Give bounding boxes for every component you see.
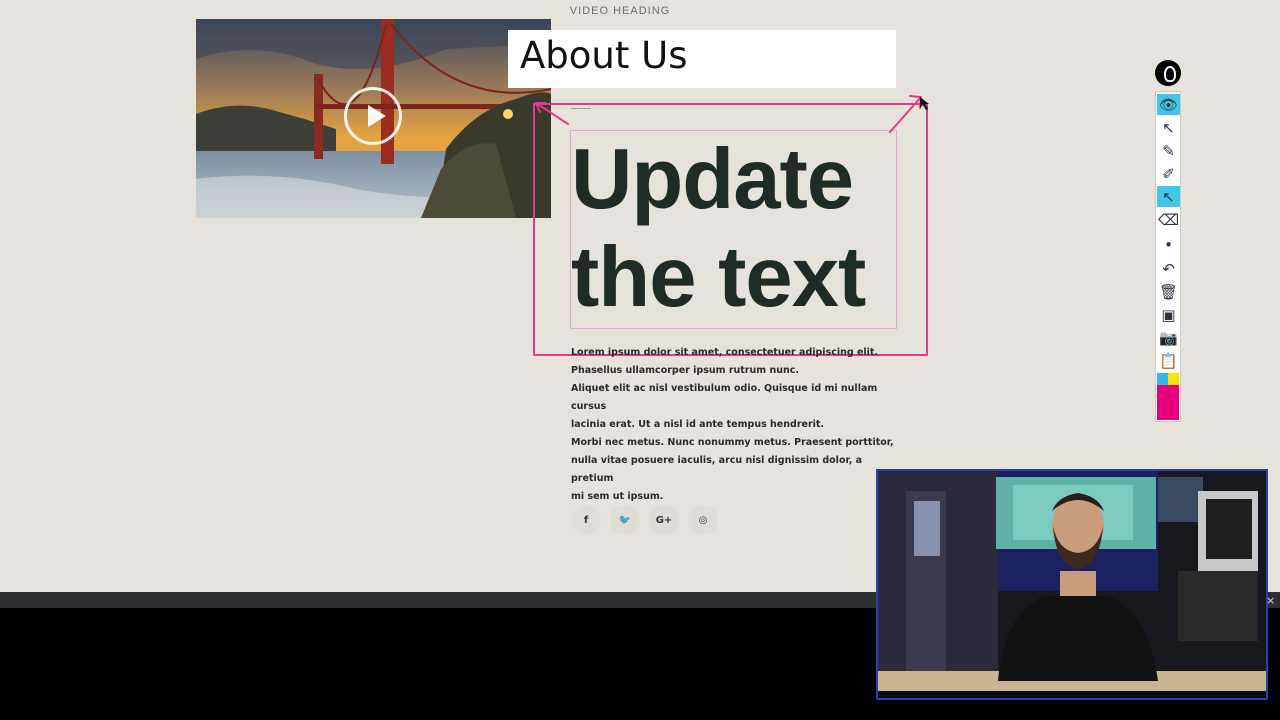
arrow-tool-icon[interactable]: ↖ (1157, 186, 1180, 207)
instagram-icon[interactable]: ◎ (688, 505, 718, 535)
pointer-arrow-icon[interactable]: ↖ (1157, 117, 1180, 138)
color-swatch-yellow[interactable] (1168, 373, 1179, 385)
about-us-title: About Us (520, 34, 688, 77)
about-us-title-box[interactable]: About Us (508, 30, 896, 88)
headline-line-1: Update (571, 132, 854, 227)
pen-logo-icon[interactable] (1155, 60, 1181, 86)
divider (571, 108, 591, 109)
eye-icon[interactable]: 👁 (1157, 94, 1180, 115)
presenter-video (878, 471, 1266, 698)
headline-text[interactable]: Update the text (571, 131, 901, 327)
video-thumbnail[interactable] (196, 19, 551, 218)
clipboard-icon[interactable]: 📋 (1157, 350, 1180, 371)
highlighter-icon[interactable]: ✐ (1157, 163, 1180, 184)
play-icon[interactable] (344, 87, 402, 145)
pen-off-icon[interactable]: ✎ (1157, 140, 1180, 161)
board-icon[interactable]: ▣ (1157, 304, 1180, 325)
headline-line-2: the text (571, 230, 866, 325)
body-line: mi sem ut ipsum. (571, 491, 664, 502)
color-swatch-magenta[interactable] (1157, 385, 1179, 420)
video-heading-label: VIDEO HEADING (569, 5, 671, 17)
dot-size-icon[interactable]: • (1157, 234, 1180, 255)
camera-icon[interactable]: 📷 (1157, 327, 1180, 348)
body-line: Morbi nec metus. Nunc nonummy metus. Pra… (571, 437, 894, 448)
webcam-overlay (876, 469, 1268, 700)
undo-icon[interactable]: ↶ (1157, 258, 1180, 279)
google-plus-icon[interactable]: G+ (649, 505, 679, 535)
eraser-icon[interactable]: ⌫ (1157, 209, 1180, 230)
body-paragraph: Lorem ipsum dolor sit amet, consectetuer… (571, 344, 901, 506)
webcam-close-icon[interactable]: × (1266, 594, 1275, 607)
twitter-icon[interactable]: 🐦 (610, 505, 640, 535)
color-swatch-cyan[interactable] (1157, 373, 1168, 385)
body-line: Aliquet elit ac nisl vestibulum odio. Qu… (571, 383, 878, 412)
body-line: lacinia erat. Ut a nisl id ante tempus h… (571, 419, 825, 430)
body-line: nulla vitae posuere iaculis, arcu nisl d… (571, 455, 863, 484)
trash-icon[interactable]: 🗑 (1157, 281, 1180, 302)
annotation-toolbar: 👁 ↖ ✎ ✐ ↖ ⌫ • ↶ 🗑 ▣ 📷 📋 (1155, 91, 1181, 422)
facebook-icon[interactable]: f (571, 505, 601, 535)
body-line: Lorem ipsum dolor sit amet, consectetuer… (571, 347, 879, 358)
body-line: Phasellus ullamcorper ipsum rutrum nunc. (571, 365, 799, 376)
